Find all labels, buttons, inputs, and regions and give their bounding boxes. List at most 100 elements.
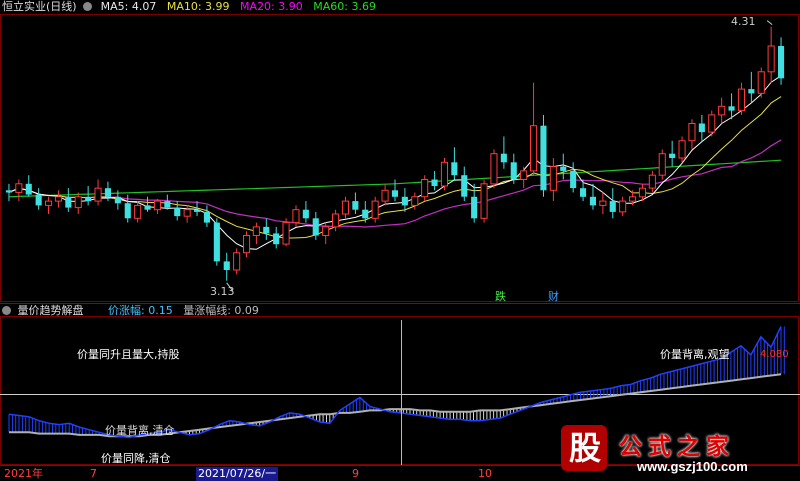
- line1-value: 0.15: [148, 304, 173, 317]
- candle-body: [737, 88, 746, 112]
- candle-body: [45, 200, 53, 206]
- candle-body: [302, 209, 309, 219]
- crosshair-date-label: 2021/07/26/一: [196, 467, 279, 481]
- candle-body: [124, 203, 131, 219]
- candle-body: [500, 153, 507, 163]
- candle-body: [698, 123, 705, 133]
- header-bar: 恒立实业(日线) MA5: 4.07 MA10: 3.99 MA20: 3.90…: [2, 0, 376, 14]
- candle-body: [252, 226, 260, 236]
- overlay-marks: [226, 20, 773, 465]
- candle-body: [263, 226, 270, 234]
- candle-body: [153, 200, 161, 211]
- signal-hold-text: 价量同升且量大,持股: [77, 348, 180, 361]
- signal-clear-text: 价量同降,清仓: [101, 452, 171, 465]
- candle-body: [599, 200, 607, 206]
- candle-body: [94, 187, 102, 202]
- candle-body: [609, 201, 616, 212]
- candle-body: [540, 125, 547, 191]
- candle-body: [778, 46, 785, 79]
- candle-body: [471, 196, 478, 219]
- indicator-title: 量价趋势解盘: [17, 304, 84, 317]
- watermark-logo: 股 公式之家 www.gszj100.com: [555, 425, 795, 477]
- candle-body: [74, 196, 82, 209]
- candle-body: [421, 179, 429, 198]
- x-tick-label: 7: [90, 467, 97, 480]
- candle-body: [757, 71, 765, 94]
- x-tick-label: 2021年: [4, 467, 43, 480]
- candle-body: [332, 213, 340, 228]
- indicator-settings-icon[interactable]: [2, 306, 11, 315]
- candle-body: [65, 196, 72, 208]
- candle-body: [25, 183, 32, 195]
- candle-body: [54, 196, 63, 202]
- candle-body: [312, 218, 319, 236]
- candle-body: [292, 209, 300, 224]
- candle-body: [352, 201, 359, 210]
- event-marker-1[interactable]: 跌: [495, 290, 506, 304]
- chart-canvas: [0, 14, 800, 466]
- ma5-value: 4.07: [131, 0, 157, 13]
- signal-reduce-text: 价量背离,清仓: [105, 424, 175, 437]
- candle-body: [589, 196, 596, 206]
- candle-body: [440, 161, 448, 187]
- candle-body: [748, 89, 755, 94]
- candle-body: [104, 188, 111, 197]
- x-tick-label: 10: [478, 467, 492, 480]
- candle-body: [451, 162, 458, 176]
- x-tick-label: 9: [352, 467, 359, 480]
- candle-body: [341, 200, 349, 215]
- candle-body: [648, 174, 656, 189]
- candle-body: [114, 196, 121, 204]
- candle-body: [708, 114, 716, 133]
- candle-body: [580, 188, 587, 197]
- candle-body: [203, 211, 210, 223]
- candle-body: [431, 179, 438, 186]
- candle-body: [213, 222, 220, 262]
- candle-body: [85, 196, 92, 202]
- candle-body: [688, 123, 696, 142]
- line1-label: 价涨幅:: [107, 304, 145, 317]
- candle-body: [134, 204, 142, 219]
- candle-body: [174, 207, 181, 217]
- candle-body: [530, 125, 538, 172]
- candle-body: [144, 205, 151, 210]
- low-price-label: 3.13: [210, 285, 235, 298]
- ma60-value: 3.69: [351, 0, 376, 13]
- candle-body: [194, 209, 201, 212]
- candle-body: [480, 183, 488, 219]
- candle-body: [5, 190, 12, 193]
- candle-body: [362, 209, 369, 219]
- candle-body: [520, 170, 528, 180]
- line2-value: 0.09: [234, 304, 259, 317]
- candle-body: [282, 222, 290, 245]
- candle-body: [669, 153, 676, 158]
- settings-icon[interactable]: [83, 2, 93, 11]
- line2-label: 量涨幅线:: [183, 304, 231, 317]
- candle-body: [570, 170, 577, 189]
- candle-body: [728, 106, 735, 111]
- candle-body: [371, 200, 379, 219]
- ma10-label: MA10:: [166, 0, 202, 13]
- ma5-label: MA5:: [100, 0, 129, 13]
- ma20-label: MA20:: [240, 0, 275, 13]
- candle-body: [629, 196, 637, 202]
- candle-body: [619, 200, 627, 213]
- indicator-last-value: 4.080: [760, 349, 789, 360]
- candle-body: [560, 166, 567, 171]
- ma60-label: MA60:: [313, 0, 348, 13]
- ma20-value: 3.90: [278, 0, 303, 13]
- chart-title: 恒立实业(日线): [2, 0, 77, 13]
- candle-body: [391, 190, 398, 197]
- ma10-value: 3.99: [205, 0, 230, 13]
- watermark-url: www.gszj100.com: [637, 459, 748, 474]
- candle-body: [273, 233, 280, 245]
- candle-body: [233, 252, 241, 271]
- candle-body: [718, 105, 726, 116]
- event-marker-2[interactable]: 财: [548, 290, 559, 304]
- candle-body: [490, 153, 498, 185]
- candle-body: [164, 201, 171, 208]
- candle-body: [322, 226, 330, 236]
- chart-frame: [0, 14, 800, 466]
- candle-body: [183, 209, 191, 217]
- candle-body: [223, 261, 230, 270]
